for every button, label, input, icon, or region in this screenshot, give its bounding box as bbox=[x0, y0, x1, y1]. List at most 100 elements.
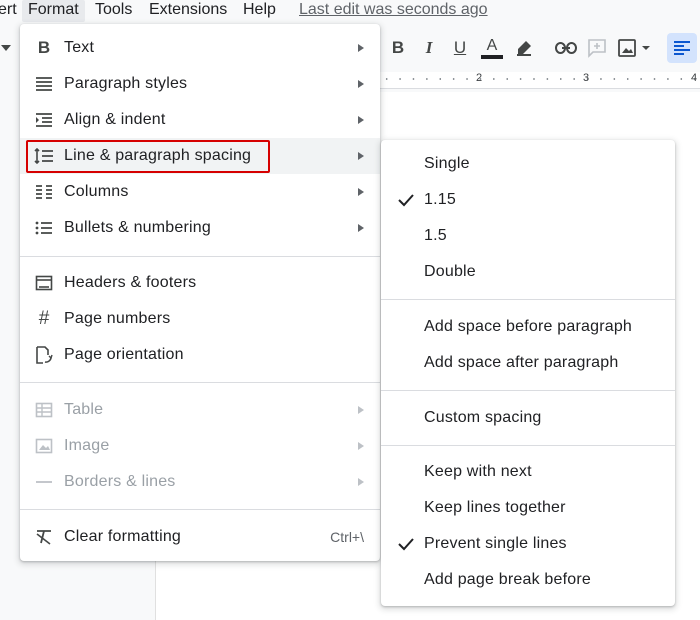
page-orientation-icon bbox=[34, 345, 54, 365]
submenu-arrow-icon bbox=[358, 80, 364, 88]
line-spacing-submenu: Single 1.15 1.5 Double Add space before … bbox=[381, 140, 675, 606]
menu-item-label: Page numbers bbox=[64, 310, 171, 327]
submenu-arrow-icon bbox=[358, 442, 364, 450]
menu-divider bbox=[381, 390, 675, 391]
ruler-mark: 4 bbox=[691, 72, 698, 84]
highlight-icon[interactable] bbox=[512, 36, 536, 60]
add-space-before-paragraph[interactable]: Add space before paragraph bbox=[381, 309, 675, 345]
shortcut-text: Ctrl+\ bbox=[330, 529, 364, 545]
italic-icon[interactable]: I bbox=[417, 36, 441, 60]
add-comment-icon[interactable] bbox=[585, 36, 609, 60]
submenu-item-label: Add space before paragraph bbox=[424, 318, 633, 335]
insert-image-icon[interactable] bbox=[616, 36, 656, 60]
underline-icon[interactable]: U bbox=[448, 36, 472, 60]
menu-item-label: Image bbox=[64, 437, 110, 454]
dropdown-caret-icon[interactable] bbox=[0, 36, 18, 60]
bold-icon[interactable]: B bbox=[386, 36, 410, 60]
menu-divider bbox=[381, 299, 675, 300]
ruler-mark: 2 bbox=[476, 72, 483, 84]
menu-insert[interactable]: ert bbox=[0, 0, 17, 22]
submenu-arrow-icon bbox=[358, 152, 364, 160]
submenu-item-label: 1.15 bbox=[424, 191, 456, 208]
table-icon bbox=[34, 400, 54, 420]
bulleted-list-icon bbox=[34, 218, 54, 238]
menu-item-columns[interactable]: Columns bbox=[20, 174, 380, 210]
submenu-item-label: 1.5 bbox=[424, 227, 447, 244]
menu-item-label: Borders & lines bbox=[64, 473, 176, 490]
text-color-icon[interactable]: A bbox=[480, 36, 504, 60]
menu-item-clear-formatting[interactable]: Clear formatting Ctrl+\ bbox=[20, 519, 380, 555]
custom-spacing[interactable]: Custom spacing bbox=[381, 400, 675, 436]
menu-item-label: Text bbox=[64, 39, 95, 56]
bold-b-icon: B bbox=[37, 38, 51, 57]
align-left-icon[interactable] bbox=[667, 33, 697, 63]
last-edit-link[interactable]: Last edit was seconds ago bbox=[299, 0, 488, 22]
paragraph-styles-icon bbox=[34, 74, 54, 94]
menu-item-label: Bullets & numbering bbox=[64, 219, 211, 236]
ruler: 2 3 4 bbox=[380, 72, 700, 89]
add-page-break-before[interactable]: Add page break before bbox=[381, 562, 675, 598]
submenu-item-label: Custom spacing bbox=[424, 409, 542, 426]
columns-icon bbox=[34, 182, 54, 202]
spacing-1-15[interactable]: 1.15 bbox=[381, 182, 675, 218]
submenu-arrow-icon bbox=[358, 478, 364, 486]
menu-format[interactable]: Format bbox=[22, 0, 85, 22]
menu-item-label: Table bbox=[64, 401, 104, 418]
menu-item-paragraph-styles[interactable]: Paragraph styles bbox=[20, 66, 380, 102]
menu-item-table: Table bbox=[20, 392, 380, 428]
submenu-item-label: Prevent single lines bbox=[424, 535, 567, 552]
clear-formatting-icon bbox=[34, 527, 54, 547]
menu-item-page-orientation[interactable]: Page orientation bbox=[20, 337, 380, 373]
checkmark-icon bbox=[398, 538, 414, 551]
submenu-item-label: Add page break before bbox=[424, 571, 591, 588]
menu-item-label: Headers & footers bbox=[64, 274, 197, 291]
submenu-item-label: Add space after paragraph bbox=[424, 354, 619, 371]
menu-divider bbox=[381, 445, 675, 446]
text-color-bar bbox=[481, 54, 503, 59]
menu-item-label: Paragraph styles bbox=[64, 75, 188, 92]
spacing-single[interactable]: Single bbox=[381, 146, 675, 182]
link-icon[interactable] bbox=[554, 36, 578, 60]
menu-item-bullets-numbering[interactable]: Bullets & numbering bbox=[20, 210, 380, 246]
submenu-arrow-icon bbox=[358, 224, 364, 232]
text-color-letter: A bbox=[486, 36, 498, 54]
menu-divider bbox=[20, 382, 380, 383]
ruler-mark: 3 bbox=[583, 72, 590, 84]
menu-extensions[interactable]: Extensions bbox=[149, 0, 227, 22]
indent-icon bbox=[34, 110, 54, 130]
image-icon bbox=[34, 436, 54, 456]
hash-icon: # bbox=[38, 308, 50, 329]
menu-divider bbox=[20, 509, 380, 510]
keep-with-next[interactable]: Keep with next bbox=[381, 454, 675, 490]
spacing-double[interactable]: Double bbox=[381, 254, 675, 290]
menu-bar: ert Format Tools Extensions Help Last ed… bbox=[0, 0, 700, 22]
menu-item-label: Page orientation bbox=[64, 346, 184, 363]
submenu-arrow-icon bbox=[358, 188, 364, 196]
menu-tools[interactable]: Tools bbox=[95, 0, 132, 22]
prevent-single-lines[interactable]: Prevent single lines bbox=[381, 526, 675, 562]
submenu-arrow-icon bbox=[358, 44, 364, 52]
submenu-arrow-icon bbox=[358, 406, 364, 414]
border-line-icon bbox=[34, 472, 54, 492]
spacing-1-5[interactable]: 1.5 bbox=[381, 218, 675, 254]
menu-item-align-indent[interactable]: Align & indent bbox=[20, 102, 380, 138]
menu-help[interactable]: Help bbox=[243, 0, 276, 22]
menu-item-label: Columns bbox=[64, 183, 129, 200]
menu-item-image: Image bbox=[20, 428, 380, 464]
menu-item-borders-lines: Borders & lines bbox=[20, 464, 380, 500]
annotation-highlight-box bbox=[26, 140, 270, 173]
keep-lines-together[interactable]: Keep lines together bbox=[381, 490, 675, 526]
menu-item-text[interactable]: B Text bbox=[20, 30, 380, 66]
ruler-ticks bbox=[380, 78, 700, 80]
menu-item-headers-footers[interactable]: Headers & footers bbox=[20, 265, 380, 301]
menu-item-label: Clear formatting bbox=[64, 528, 182, 545]
menu-divider bbox=[20, 256, 380, 257]
submenu-item-label: Double bbox=[424, 263, 476, 280]
submenu-arrow-icon bbox=[358, 116, 364, 124]
submenu-item-label: Keep lines together bbox=[424, 499, 566, 516]
header-footer-icon bbox=[34, 273, 54, 293]
menu-item-label: Align & indent bbox=[64, 111, 166, 128]
menu-item-page-numbers[interactable]: # Page numbers bbox=[20, 301, 380, 337]
submenu-item-label: Single bbox=[424, 155, 470, 172]
add-space-after-paragraph[interactable]: Add space after paragraph bbox=[381, 345, 675, 381]
